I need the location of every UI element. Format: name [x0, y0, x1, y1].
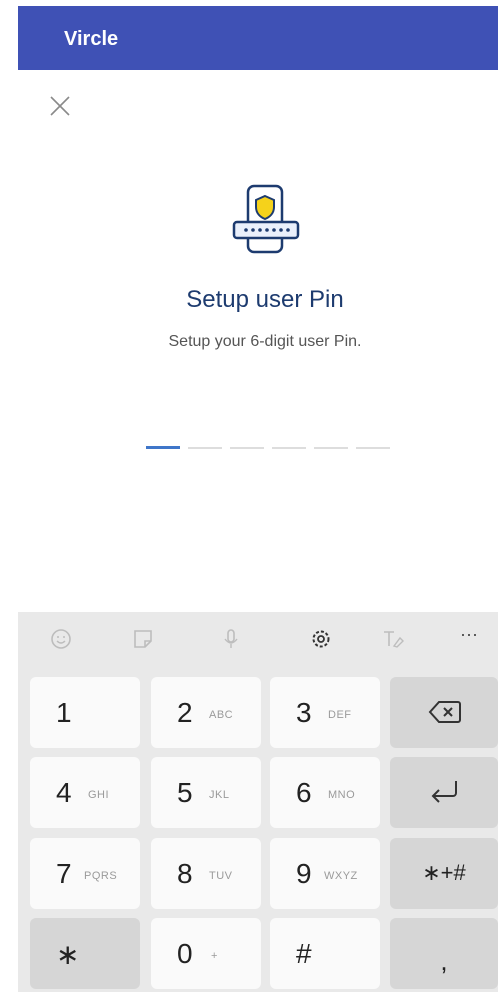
star-key[interactable]: ∗	[30, 918, 140, 989]
key-letters: WXYZ	[324, 870, 358, 882]
page-subtitle: Setup your 6-digit user Pin.	[168, 333, 362, 350]
key-digit: 1	[56, 697, 72, 728]
key-0[interactable]: 0 +	[151, 918, 261, 989]
handwriting-icon[interactable]	[380, 626, 406, 652]
keyboard-toolbar: ···	[18, 612, 498, 666]
key-letters: +	[211, 950, 218, 962]
symbols-key[interactable]: ∗+#	[390, 838, 498, 909]
key-7[interactable]: 7 PQRS	[30, 838, 140, 909]
numeric-keyboard: ··· 1 2 ABC 3 DEF 4 GHI 5 JKL 6 MNO 7 PQ…	[18, 612, 498, 992]
key-digit: 2	[177, 697, 193, 728]
key-letters: GHI	[88, 789, 110, 801]
pin-slot	[146, 446, 180, 449]
pin-slot	[230, 447, 264, 449]
symbols-label: ∗+#	[422, 860, 466, 885]
key-digit: 6	[296, 777, 312, 808]
page-title: Setup user Pin	[186, 286, 344, 313]
key-9[interactable]: 9 WXYZ	[270, 838, 380, 909]
key-letters: MNO	[328, 789, 356, 801]
key-digit: 9	[296, 858, 312, 889]
close-icon[interactable]	[46, 92, 74, 120]
key-6[interactable]: 6 MNO	[270, 757, 380, 828]
key-digit: 3	[296, 697, 312, 728]
key-letters: ABC	[209, 709, 234, 721]
key-2[interactable]: 2 ABC	[151, 677, 261, 748]
key-digit: 8	[177, 858, 193, 889]
app-title: Vircle	[64, 28, 119, 50]
key-5[interactable]: 5 JKL	[151, 757, 261, 828]
app-bar: Vircle	[18, 6, 498, 70]
key-1[interactable]: 1	[30, 677, 140, 748]
settings-icon[interactable]	[308, 626, 334, 652]
secure-pin-icon	[226, 184, 306, 256]
star-label: ∗	[56, 939, 80, 970]
more-icon[interactable]: ···	[460, 624, 490, 650]
key-4[interactable]: 4 GHI	[30, 757, 140, 828]
key-3[interactable]: 3 DEF	[270, 677, 380, 748]
pin-input[interactable]	[146, 446, 390, 449]
emoji-icon[interactable]	[48, 626, 74, 652]
key-letters: TUV	[209, 870, 233, 882]
backspace-key[interactable]	[390, 677, 498, 748]
key-letters: PQRS	[84, 870, 118, 882]
key-digit: 5	[177, 777, 193, 808]
key-digit: 4	[56, 777, 72, 808]
pin-slot	[188, 447, 222, 449]
enter-key[interactable]	[390, 757, 498, 828]
comma-key[interactable]: ,	[390, 918, 498, 989]
comma-label: ,	[440, 946, 448, 976]
key-letters: DEF	[328, 709, 352, 721]
mic-icon[interactable]	[218, 626, 244, 652]
hash-label: #	[296, 938, 312, 969]
pin-slot	[314, 447, 348, 449]
sticker-icon[interactable]	[130, 626, 156, 652]
backspace-icon	[428, 701, 461, 723]
key-digit: 7	[56, 858, 72, 889]
pin-slot	[356, 447, 390, 449]
pin-slot	[272, 447, 306, 449]
key-8[interactable]: 8 TUV	[151, 838, 261, 909]
key-letters: JKL	[209, 789, 230, 801]
key-digit: 0	[177, 938, 193, 969]
enter-icon	[431, 781, 457, 803]
hash-key[interactable]: #	[270, 918, 380, 989]
